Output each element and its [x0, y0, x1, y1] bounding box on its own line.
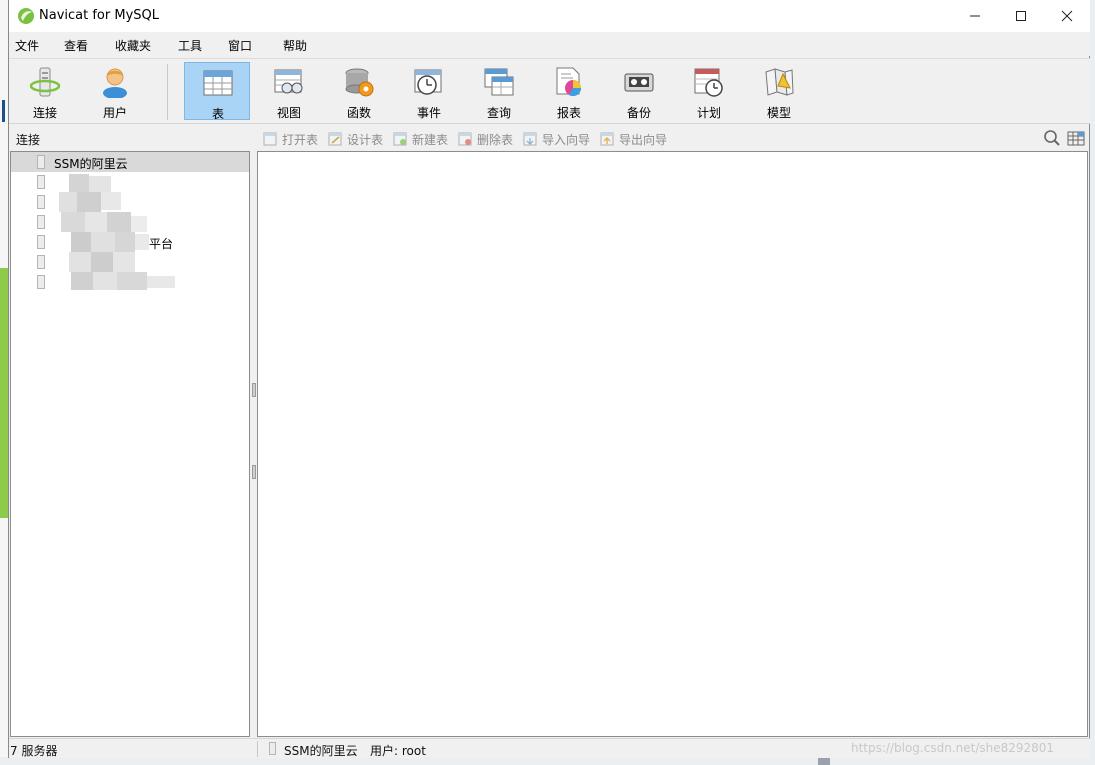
tool-function[interactable]: 函数	[326, 62, 392, 120]
menu-view[interactable]: 查看	[64, 37, 88, 54]
import-wizard-button[interactable]: 导入向导	[523, 130, 590, 148]
tool-table[interactable]: 表	[184, 62, 250, 121]
toolbar-separator	[167, 64, 168, 120]
tool-label: 计划	[696, 106, 721, 120]
delete-table-icon	[458, 132, 472, 146]
connections-header: 连接	[9, 125, 257, 151]
connection-item[interactable]: SSM的阿里云	[11, 152, 249, 172]
export-wizard-label: 导出向导	[619, 132, 668, 147]
status-connection: SSM的阿里云	[284, 744, 358, 758]
table-icon	[203, 70, 233, 96]
design-table-button[interactable]: 设计表	[328, 130, 383, 148]
tool-label: 模型	[766, 106, 791, 120]
menu-help[interactable]: 帮助	[283, 37, 307, 54]
tool-model[interactable]: 模型	[746, 62, 812, 120]
grid-view-icon[interactable]	[1067, 129, 1085, 147]
menu-tools[interactable]: 工具	[178, 37, 202, 54]
close-icon	[1061, 10, 1073, 22]
server-icon	[37, 215, 45, 229]
status-user: 用户: root	[370, 744, 426, 758]
desktop-fragment	[818, 757, 830, 765]
open-table-label: 打开表	[282, 132, 319, 147]
view-icon	[274, 69, 303, 94]
tool-label: 视图	[276, 106, 301, 120]
delete-table-button[interactable]: 删除表	[458, 130, 513, 148]
tool-label: 事件	[416, 106, 441, 120]
maximize-icon	[1016, 11, 1026, 21]
event-icon	[414, 69, 442, 95]
menu-favorites[interactable]: 收藏夹	[115, 37, 151, 54]
tool-user[interactable]: 用户	[82, 62, 148, 120]
tool-label: 报表	[556, 106, 581, 120]
export-wizard-icon	[600, 132, 614, 146]
query-icon	[484, 68, 514, 96]
title-bar[interactable]: Navicat for MySQL	[9, 0, 1090, 32]
new-table-icon	[393, 132, 407, 146]
window-title: Navicat for MySQL	[39, 8, 159, 23]
import-wizard-label: 导入向导	[542, 132, 591, 147]
server-icon	[37, 175, 45, 189]
server-icon	[37, 235, 45, 249]
navicat-window: Navicat for MySQL 文件 查看 收藏夹 工具 窗口 帮助 连接	[8, 0, 1090, 758]
server-icon	[37, 155, 45, 169]
design-table-label: 设计表	[347, 132, 384, 147]
redaction-mosaic	[59, 174, 175, 290]
tool-backup[interactable]: 备份	[606, 62, 672, 120]
close-button[interactable]	[1044, 0, 1090, 32]
design-table-icon	[328, 132, 342, 146]
tool-label: 连接	[32, 106, 57, 120]
export-wizard-button[interactable]: 导出向导	[600, 130, 667, 148]
status-bar: 7 服务器 SSM的阿里云 用户: root https://blog.csdn…	[9, 738, 1090, 758]
open-table-button[interactable]: 打开表	[263, 130, 318, 148]
splitter-grip[interactable]	[252, 383, 256, 397]
desktop-background-bottom	[0, 757, 1095, 765]
new-table-label: 新建表	[412, 132, 449, 147]
server-icon	[37, 195, 45, 209]
minimize-button[interactable]	[952, 0, 998, 32]
import-wizard-icon	[523, 132, 537, 146]
menu-file[interactable]: 文件	[15, 37, 39, 54]
server-count: 7 服务器	[10, 744, 58, 758]
maximize-button[interactable]	[998, 0, 1044, 32]
tool-label: 函数	[346, 106, 371, 120]
tool-label: 用户	[102, 106, 127, 120]
user-icon	[103, 68, 127, 98]
report-icon	[556, 67, 582, 97]
connection-icon	[29, 67, 61, 97]
main-toolbar: 连接 用户 表 视图 函数 事件 查询 报表 备份 计划 模型	[9, 58, 1090, 124]
connections-header-label: 连接	[16, 133, 41, 147]
open-table-icon	[263, 132, 277, 146]
search-icon[interactable]	[1043, 129, 1061, 147]
tool-report[interactable]: 报表	[536, 62, 602, 120]
schedule-icon	[694, 68, 723, 97]
function-icon	[345, 68, 374, 97]
connections-tree[interactable]: SSM的阿里云 的 云 平台	[10, 151, 250, 737]
server-icon	[37, 275, 45, 289]
tool-view[interactable]: 视图	[256, 62, 322, 120]
delete-table-label: 删除表	[477, 132, 514, 147]
new-table-button[interactable]: 新建表	[393, 130, 448, 148]
watermark-text: https://blog.csdn.net/she8292801	[851, 741, 1055, 755]
status-divider	[257, 741, 258, 757]
tool-event[interactable]: 事件	[396, 62, 462, 120]
splitter-grip[interactable]	[252, 465, 256, 479]
object-list-area[interactable]	[257, 151, 1088, 737]
tool-schedule[interactable]: 计划	[676, 62, 742, 120]
menu-bar: 文件 查看 收藏夹 工具 窗口 帮助	[9, 32, 1090, 56]
object-toolbar: 打开表 设计表 新建表 删除表 导入向导 导出向导	[259, 126, 1089, 150]
model-icon	[765, 68, 794, 96]
navicat-app-icon	[18, 8, 34, 24]
tool-label: 查询	[486, 106, 511, 120]
tool-label: 表	[211, 107, 224, 121]
server-icon	[269, 742, 276, 755]
tool-connection[interactable]: 连接	[12, 62, 78, 120]
backup-icon	[624, 73, 654, 92]
server-icon	[37, 255, 45, 269]
menu-window[interactable]: 窗口	[228, 37, 252, 54]
tool-label: 备份	[626, 106, 651, 120]
minimize-icon	[970, 15, 980, 17]
tool-query[interactable]: 查询	[466, 62, 532, 120]
